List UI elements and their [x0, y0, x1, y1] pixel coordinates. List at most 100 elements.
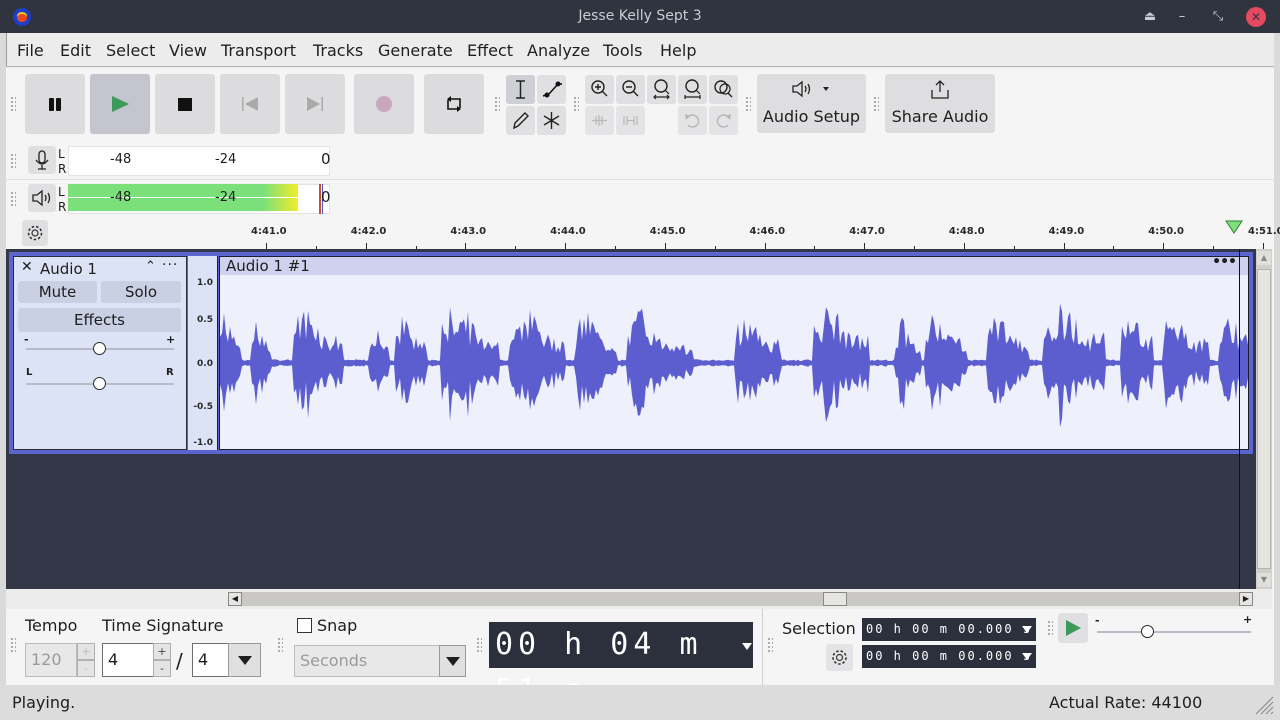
maximize-icon[interactable]: ⤡ [1208, 7, 1228, 27]
horizontal-scroll-thumb[interactable] [823, 592, 847, 606]
gain-slider-knob[interactable] [93, 342, 106, 355]
redo-button[interactable] [709, 106, 738, 135]
play-speed-slider-knob[interactable] [1140, 625, 1154, 638]
stop-button[interactable] [155, 74, 215, 134]
zoom-in-button[interactable] [585, 75, 614, 104]
menu-help[interactable]: Help [660, 41, 696, 60]
vertical-scroll-thumb[interactable] [1257, 269, 1271, 569]
scroll-right-button[interactable]: ▶ [1239, 592, 1253, 606]
menu-view[interactable]: View [169, 41, 207, 60]
close-track-icon[interactable]: ✕ [21, 259, 33, 275]
skip-to-start-button[interactable] [220, 74, 280, 134]
fit-selection-button[interactable] [647, 75, 676, 104]
toolbar-grip[interactable] [767, 637, 773, 653]
menu-generate[interactable]: Generate [378, 41, 453, 60]
fit-project-button[interactable] [678, 75, 707, 104]
audio-track[interactable]: ✕ Audio 1 ⌃ ··· Mute Solo Effects - + L … [9, 252, 1253, 454]
track-menu-icon[interactable]: ··· [162, 257, 178, 273]
resize-grip-icon[interactable] [1252, 693, 1274, 715]
time-signature-denominator[interactable]: 4 [192, 643, 230, 677]
clip-header[interactable]: Audio 1 #1 ••• [220, 257, 1248, 275]
vertical-scrollbar[interactable]: ▲ ▼ [1256, 249, 1272, 589]
tempo-input[interactable]: 120 [25, 643, 77, 677]
menu-effect[interactable]: Effect [467, 41, 513, 60]
toolbar-grip[interactable] [277, 637, 283, 653]
toolbar-grip[interactable] [1047, 620, 1053, 636]
trim-button[interactable] [585, 106, 614, 135]
horizontal-scrollbar[interactable]: ◀ ▶ [6, 589, 1272, 609]
toolbar-grip[interactable] [873, 96, 879, 112]
numerator-decrement[interactable]: - [153, 660, 171, 677]
snap-checkbox[interactable] [297, 618, 312, 633]
toolbar-grip[interactable] [10, 153, 16, 169]
record-meter[interactable] [68, 146, 330, 176]
toolbar-grip[interactable] [573, 96, 579, 112]
toolbar-grip[interactable] [10, 96, 16, 112]
selection-settings-button[interactable] [826, 644, 853, 671]
snap-unit-select[interactable]: Seconds [294, 645, 440, 677]
menu-select[interactable]: Select [106, 41, 155, 60]
draw-tool-button[interactable] [506, 106, 535, 135]
audio-clip[interactable]: Audio 1 #1 ••• [219, 256, 1249, 450]
menu-tracks[interactable]: Tracks [313, 41, 363, 60]
time-display[interactable]: 00 h 04 m 51 s [489, 622, 753, 708]
denominator-dropdown-button[interactable] [228, 643, 261, 677]
envelope-tool-button[interactable] [537, 75, 566, 104]
play-speed-slider[interactable] [1097, 631, 1251, 633]
scroll-up-button[interactable]: ▲ [1257, 251, 1271, 265]
playhead-marker-icon[interactable] [1225, 220, 1245, 234]
selection-end-format-icon[interactable] [1022, 653, 1032, 660]
selection-tool-button[interactable] [506, 75, 535, 104]
selection-start-display[interactable]: 00 h 00 m 00.000 s [862, 618, 1036, 641]
minimize-icon[interactable]: – [1172, 7, 1192, 27]
play-at-speed-button[interactable] [1058, 613, 1088, 643]
share-audio-button[interactable]: Share Audio [885, 74, 995, 133]
amplitude-ruler[interactable]: 1.0 0.5 0.0 -0.5 -1.0 [188, 256, 218, 450]
waveform[interactable] [220, 275, 1249, 450]
menu-analyze[interactable]: Analyze [527, 41, 590, 60]
scroll-left-button[interactable]: ◀ [228, 592, 242, 606]
playback-meter-button[interactable] [28, 184, 56, 212]
time-format-dropdown-icon[interactable] [742, 643, 752, 650]
menu-tools[interactable]: Tools [603, 41, 642, 60]
selection-start-format-icon[interactable] [1022, 626, 1032, 633]
menu-file[interactable]: File [17, 41, 44, 60]
silence-button[interactable] [616, 106, 645, 135]
selection-end-display[interactable]: 00 h 00 m 00.000 s [862, 645, 1036, 668]
menu-edit[interactable]: Edit [60, 41, 91, 60]
toolbar-grip[interactable] [10, 191, 16, 207]
toolbar-grip[interactable] [10, 637, 16, 653]
skip-to-end-button[interactable] [285, 74, 345, 134]
solo-button[interactable]: Solo [101, 281, 181, 303]
pause-button[interactable] [25, 74, 85, 134]
effects-button[interactable]: Effects [18, 308, 181, 332]
audio-setup-button[interactable]: Audio Setup [757, 74, 866, 133]
toolbar-grip[interactable] [476, 637, 482, 653]
play-button[interactable] [90, 74, 150, 134]
multi-tool-button[interactable] [537, 106, 566, 135]
collapse-track-icon[interactable]: ⌃ [145, 259, 156, 274]
horizontal-scroll-track[interactable] [229, 592, 1247, 606]
clip-menu-icon[interactable]: ••• [1212, 257, 1237, 270]
track-name[interactable]: Audio 1 [40, 260, 97, 278]
loop-button[interactable] [424, 74, 484, 134]
tempo-increment[interactable]: + [77, 643, 95, 660]
keep-above-icon[interactable]: ⏏ [1140, 7, 1160, 27]
pan-slider-knob[interactable] [93, 377, 106, 390]
snap-unit-dropdown-button[interactable] [439, 645, 466, 677]
toolbar-grip[interactable] [494, 96, 500, 112]
zoom-out-button[interactable] [616, 75, 645, 104]
record-button[interactable] [354, 74, 414, 134]
timeline-settings-button[interactable] [22, 220, 48, 246]
close-icon[interactable]: ✕ [1246, 7, 1266, 27]
time-signature-numerator[interactable]: 4 [102, 643, 154, 677]
scroll-down-button[interactable]: ▼ [1257, 573, 1271, 587]
mute-button[interactable]: Mute [18, 281, 97, 303]
tempo-decrement[interactable]: - [77, 660, 95, 677]
record-meter-button[interactable] [28, 146, 56, 174]
toolbar-grip[interactable] [745, 96, 751, 112]
zoom-toggle-button[interactable] [709, 75, 738, 104]
undo-button[interactable] [678, 106, 707, 135]
menu-transport[interactable]: Transport [221, 41, 296, 60]
timeline-ruler[interactable]: 4:41.0 4:42.0 4:43.0 4:44.0 4:45.0 4:46.0 4:47… [6, 217, 1280, 249]
